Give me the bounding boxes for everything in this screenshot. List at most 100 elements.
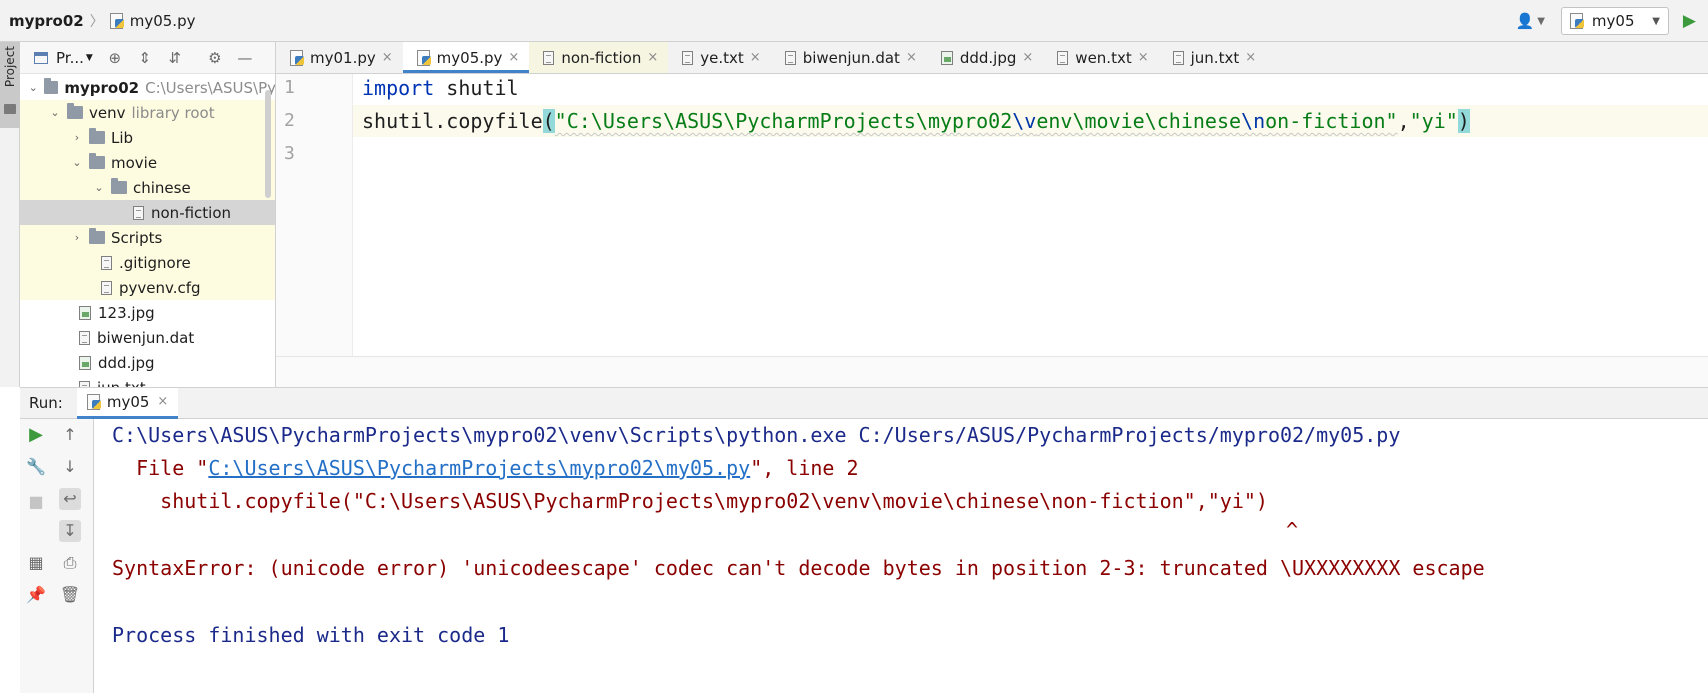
tab-label: biwenjun.dat — [802, 48, 900, 67]
chevron-down-icon[interactable]: ⌄ — [71, 156, 83, 169]
tree-item-movie[interactable]: ⌄ movie — [20, 150, 275, 175]
minimize-icon[interactable]: — — [237, 50, 253, 66]
escape-sequence: \n — [1241, 109, 1266, 133]
tree-item-label: movie — [111, 153, 158, 172]
tree-item-chinese[interactable]: ⌄ chinese — [20, 175, 275, 200]
project-view-dropdown[interactable]: Pr... ▼ — [34, 49, 93, 67]
string-literal: on-fiction" — [1265, 109, 1398, 133]
rerun-icon[interactable]: ▶ — [25, 424, 47, 446]
collapse-all-icon[interactable]: ⇵ — [167, 50, 183, 66]
chevron-down-icon[interactable]: ⌄ — [28, 81, 38, 94]
tree-item-label: ddd.jpg — [98, 353, 155, 372]
tab-my05-py[interactable]: my05.py × — [402, 42, 530, 73]
tab-jun-txt[interactable]: jun.txt × — [1159, 42, 1267, 73]
breadcrumb-file[interactable]: my05.py — [109, 12, 195, 30]
code-line-1[interactable]: import shutil — [362, 76, 519, 100]
close-icon[interactable]: × — [1138, 50, 1149, 65]
tree-item-scripts[interactable]: › Scripts — [20, 225, 275, 250]
editor-footer-strip — [276, 356, 1708, 387]
tab-ye-txt[interactable]: ye.txt × — [668, 42, 770, 73]
code-editor[interactable]: 1 2 3 import shutil shutil.copyfile("C:\… — [276, 74, 1708, 356]
arrow-down-icon[interactable]: ↓ — [59, 456, 81, 478]
chevron-right-icon[interactable]: › — [71, 231, 83, 244]
console-file-link[interactable]: C:\Users\ASUS\PycharmProjects\mypro02\my… — [208, 456, 750, 480]
folder-icon — [89, 128, 105, 144]
run-tab-my05[interactable]: my05 × — [76, 387, 179, 419]
python-file-icon — [290, 49, 304, 66]
folder-icon — [4, 104, 16, 114]
navigation-bar: mypro02 〉 my05.py 👤 ▼ my05 ▼ ▶ — [0, 0, 1708, 42]
tab-label: non-fiction — [561, 48, 642, 67]
tab-non-fiction[interactable]: non-fiction × — [529, 42, 669, 73]
code-line-2[interactable]: shutil.copyfile("C:\Users\ASUS\PycharmPr… — [362, 109, 1470, 133]
gear-icon[interactable]: ⚙ — [207, 50, 223, 66]
run-console[interactable]: C:\Users\ASUS\PycharmProjects\mypro02\ve… — [95, 419, 1708, 693]
close-icon[interactable]: × — [157, 394, 168, 409]
tab-my01-py[interactable]: my01.py × — [276, 42, 403, 73]
expand-all-icon[interactable]: ⇕ — [137, 50, 153, 66]
trash-icon[interactable]: 🗑 — [59, 584, 81, 606]
tree-item-123-jpg[interactable]: 123.jpg — [20, 300, 275, 325]
tree-item-pyvenv-cfg[interactable]: pyvenv.cfg — [20, 275, 275, 300]
user-account-button[interactable]: 👤 ▼ — [1516, 12, 1545, 30]
navbar-actions: 👤 ▼ my05 ▼ ▶ — [1516, 0, 1708, 42]
tree-item-gitignore[interactable]: .gitignore — [20, 250, 275, 275]
breadcrumb-separator: 〉 — [89, 13, 104, 30]
breadcrumb-project[interactable]: mypro02 — [9, 12, 84, 30]
chevron-right-icon[interactable]: › — [71, 131, 83, 144]
project-panel: Pr... ▼ ⊕ ⇕ ⇵ ⚙ — ⌄ mypro02 C:\Users\ASU… — [20, 42, 276, 387]
tab-label: jun.txt — [1190, 48, 1240, 67]
close-icon[interactable]: × — [1022, 50, 1033, 65]
folder-icon — [44, 78, 59, 94]
close-icon[interactable]: × — [906, 50, 917, 65]
run-button[interactable]: ▶ — [1683, 11, 1696, 31]
tree-item-venv[interactable]: ⌄ venv library root — [20, 100, 275, 125]
data-file-icon — [784, 50, 796, 65]
folder-icon — [89, 153, 105, 169]
tree-item-jun-txt[interactable]: jun.txt — [20, 375, 275, 387]
layout-icon[interactable]: ▦ — [25, 552, 47, 574]
stop-icon[interactable]: ■ — [25, 491, 47, 513]
tree-item-ddd-jpg[interactable]: ddd.jpg — [20, 350, 275, 375]
wrench-icon[interactable]: 🔧 — [25, 456, 47, 478]
tree-item-label: Scripts — [111, 228, 163, 247]
close-icon[interactable]: × — [647, 50, 658, 65]
project-view-label: Pr... — [56, 48, 84, 67]
run-configuration-selector[interactable]: my05 ▼ — [1560, 7, 1669, 35]
arrow-up-icon[interactable]: ↑ — [59, 424, 81, 446]
console-exit-message: Process finished with exit code 1 — [112, 623, 510, 647]
image-file-icon — [79, 355, 91, 370]
console-error-caret: ^ — [1286, 518, 1299, 542]
string-literal: "yi" — [1409, 109, 1458, 133]
matched-paren-open: ( — [542, 109, 555, 133]
python-file-icon — [416, 49, 431, 66]
print-icon[interactable]: ⎙ — [59, 552, 81, 574]
function-call: shutil.copyfile — [362, 109, 543, 133]
tab-wen-txt[interactable]: wen.txt × — [1043, 42, 1158, 73]
project-tool-window-tab[interactable]: Project — [0, 42, 20, 128]
locate-file-icon[interactable]: ⊕ — [107, 50, 123, 66]
tree-item-mypro02[interactable]: ⌄ mypro02 C:\Users\ASUS\Py — [20, 75, 275, 100]
tab-biwenjun-dat[interactable]: biwenjun.dat × — [771, 42, 927, 73]
window-icon — [34, 51, 48, 64]
close-icon[interactable]: × — [750, 50, 761, 65]
run-panel-label: Run: — [29, 394, 63, 412]
editor-tab-bar: my01.py × my05.py × non-fiction × ye.txt… — [276, 42, 1708, 74]
tree-item-lib[interactable]: › Lib — [20, 125, 275, 150]
tree-item-non-fiction[interactable]: non-fiction — [20, 200, 275, 225]
soft-wrap-icon[interactable]: ↩ — [59, 488, 81, 510]
scroll-to-end-icon[interactable]: ↧ — [59, 520, 81, 542]
tree-item-biwenjun-dat[interactable]: biwenjun.dat — [20, 325, 275, 350]
chevron-down-icon[interactable]: ⌄ — [93, 181, 105, 194]
close-icon[interactable]: × — [508, 50, 519, 65]
project-scrollbar[interactable] — [265, 90, 271, 198]
folder-icon — [89, 228, 105, 244]
tab-ddd-jpg[interactable]: ddd.jpg × — [927, 42, 1043, 73]
text-file-icon — [133, 205, 144, 220]
pin-icon[interactable]: 📌 — [25, 584, 47, 606]
string-literal: "C:\Users\ASUS\PycharmProjects\mypro02 — [554, 109, 1013, 133]
image-file-icon — [79, 305, 91, 320]
close-icon[interactable]: × — [382, 50, 393, 65]
close-icon[interactable]: × — [1245, 50, 1256, 65]
chevron-down-icon[interactable]: ⌄ — [49, 106, 61, 119]
